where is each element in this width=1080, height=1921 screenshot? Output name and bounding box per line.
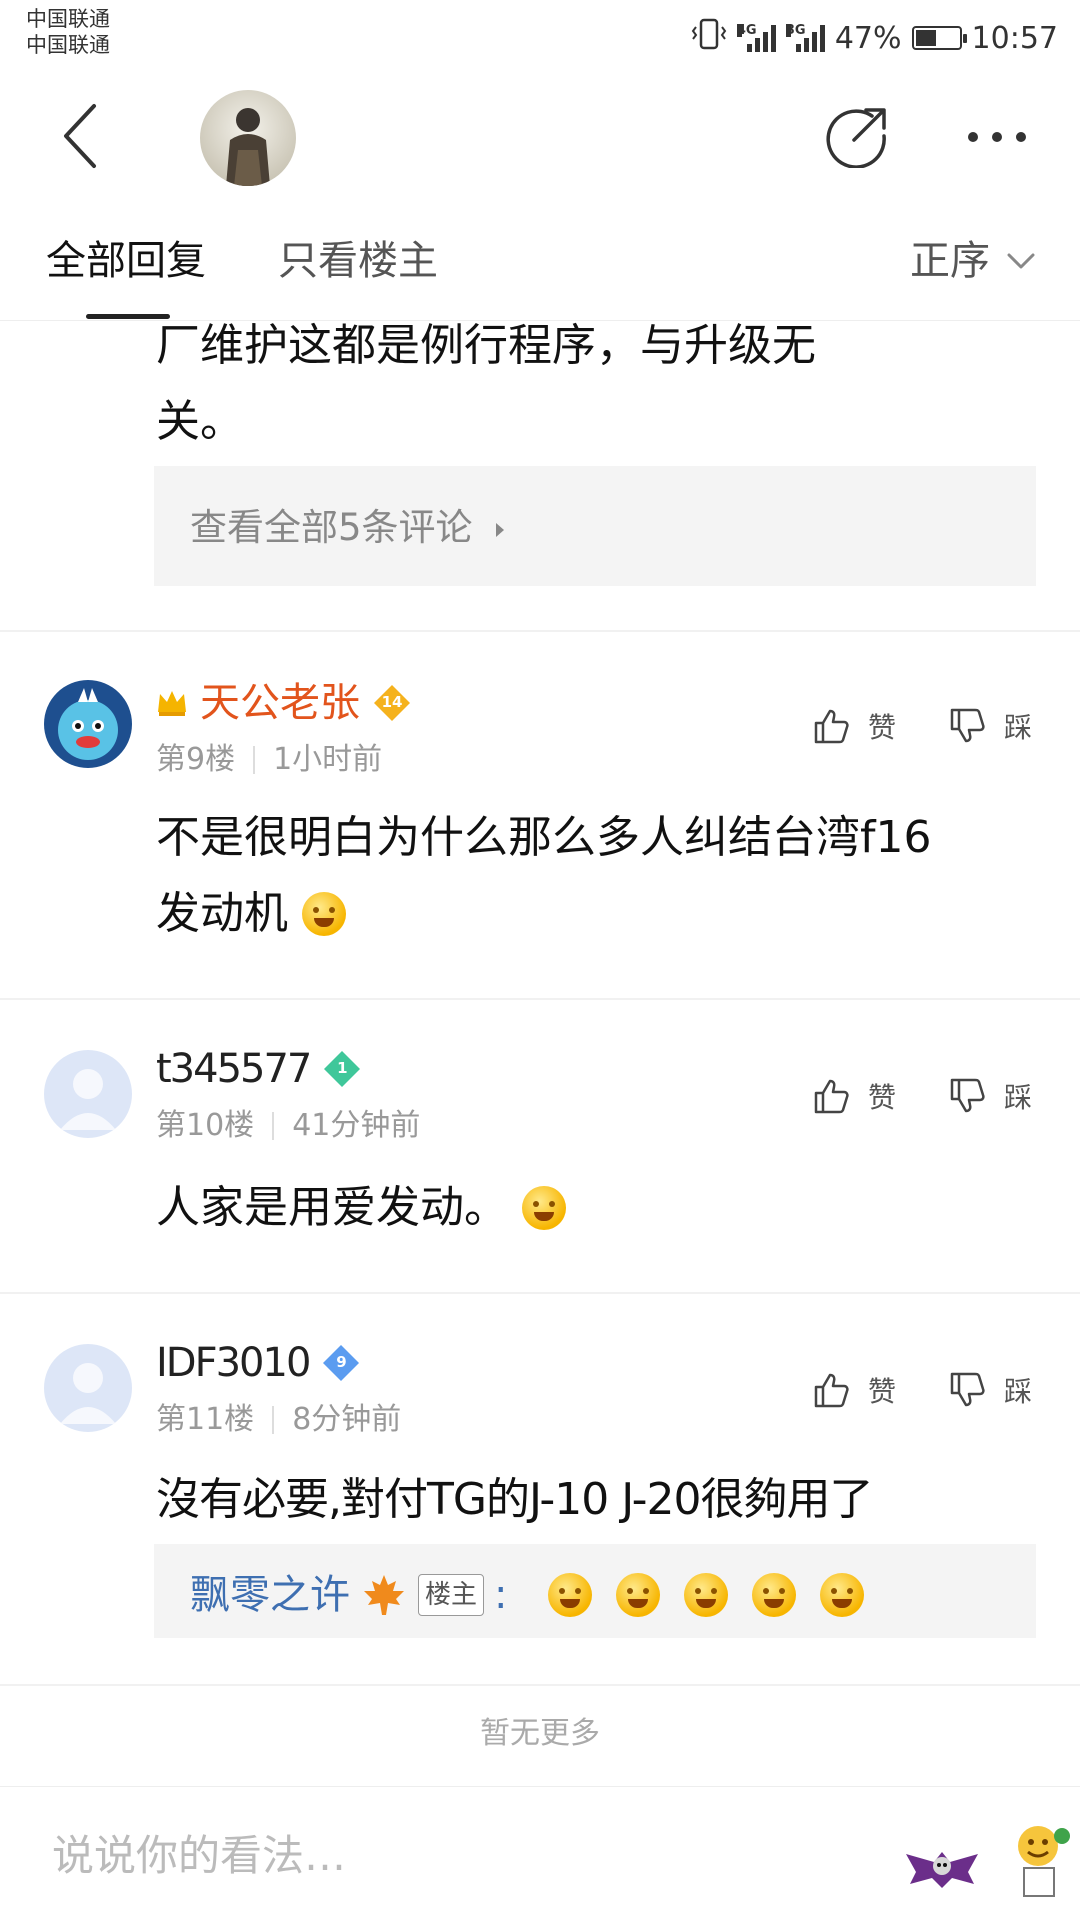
level-badge: 9: [321, 1343, 361, 1383]
signal-icon-2: 3G: [785, 23, 825, 52]
username[interactable]: IDF3010: [156, 1338, 311, 1388]
post-time: 1小时前: [273, 742, 383, 777]
level-badge: 1: [322, 1049, 362, 1089]
level-badge: 14: [372, 683, 412, 723]
sort-dropdown[interactable]: 正序: [910, 236, 1036, 286]
reply-text: 不是很明白为什么那么多人纠结台湾f16: [156, 812, 932, 863]
clock: 10:57: [971, 20, 1058, 56]
divider: [0, 630, 1080, 632]
grin-emoji-icon: [522, 1186, 566, 1230]
divider: [0, 1684, 1080, 1686]
back-button[interactable]: [58, 100, 102, 176]
reply-text: 沒有必要,對付TG的J-10 J-20很夠用了: [156, 1474, 873, 1525]
reply-text-2: 发动机: [156, 888, 288, 939]
vibrate-icon: [691, 17, 727, 59]
like-button[interactable]: 赞: [812, 706, 896, 746]
dislike-button[interactable]: 踩: [948, 706, 1032, 746]
caret-right-icon: [496, 522, 505, 537]
username-row: IDF3010 9: [156, 1338, 361, 1388]
prev-reply-text-1: 厂维护这都是例行程序，与升级无: [156, 320, 816, 371]
sub-reply-user[interactable]: 飘零之许: [190, 1570, 350, 1620]
share-button[interactable]: [826, 104, 890, 172]
sub-reply-colon: :: [494, 1572, 508, 1618]
reply-meta: 第9楼 1小时前: [156, 740, 382, 780]
network-type-1: 4G: [736, 23, 757, 38]
dislike-button[interactable]: 踩: [948, 1370, 1032, 1410]
username[interactable]: 天公老张: [200, 678, 360, 728]
emoji-sticker-icon: [1018, 1826, 1070, 1897]
dislike-label: 踩: [1004, 1375, 1033, 1408]
post-time: 41分钟前: [292, 1108, 421, 1143]
owner-badge: 楼主: [418, 1574, 485, 1616]
more-icon: [968, 132, 1026, 142]
username[interactable]: t345577: [156, 1044, 312, 1094]
dislike-label: 踩: [1004, 711, 1033, 744]
no-more-label: 暂无更多: [480, 1716, 600, 1751]
level-number: 14: [381, 693, 403, 711]
smile-emoji-icon: [751, 1573, 796, 1617]
prev-reply-text-2: 关。: [156, 396, 244, 447]
laughing-emoji-icon: [302, 892, 346, 936]
avatar[interactable]: [44, 680, 132, 768]
thumbs-down-icon: [950, 1078, 985, 1113]
thumbs-up-icon: [814, 709, 849, 744]
username-row: t345577 1: [156, 1044, 362, 1094]
chevron-down-icon: [1007, 253, 1035, 269]
like-label: 赞: [868, 1081, 897, 1114]
share-icon: [826, 108, 886, 169]
dislike-label: 踩: [1004, 1081, 1033, 1114]
reply-text-line2: 发动机: [156, 876, 346, 952]
smile-emoji-icon: [683, 1573, 728, 1617]
thumbs-down-icon: [950, 1372, 985, 1407]
reply-meta: 第10楼 41分钟前: [156, 1106, 420, 1146]
more-button[interactable]: [966, 128, 1028, 150]
view-comments-label: 查看全部5条评论: [190, 506, 473, 549]
avatar[interactable]: [44, 1050, 132, 1138]
network-type-2: 3G: [785, 23, 806, 38]
divider: [0, 998, 1080, 1000]
level-number: 1: [337, 1059, 348, 1077]
carrier-2: 中国联通: [26, 33, 110, 57]
floor-number: 第10楼: [156, 1108, 255, 1143]
smile-emoji-icon: [819, 1573, 864, 1617]
username-row: 天公老张 14: [156, 678, 412, 728]
back-arrow-icon: [64, 104, 96, 168]
divider: [0, 1292, 1080, 1294]
floor-number: 第11楼: [156, 1402, 255, 1437]
like-label: 赞: [868, 1375, 897, 1408]
reply-text-line: 人家是用爱发动。: [156, 1170, 566, 1246]
sub-reply: 飘零之许 楼主 :: [190, 1568, 864, 1622]
avatar[interactable]: [44, 1344, 132, 1432]
view-comments-link[interactable]: 查看全部5条评论: [190, 502, 506, 554]
emoji-panel-button[interactable]: [1012, 1822, 1072, 1906]
maple-leaf-icon: [364, 1575, 404, 1615]
carrier-1: 中国联通: [26, 7, 110, 31]
status-icons: 4G 3G 47% 10:57: [691, 18, 1058, 58]
battery-percent: 47%: [834, 20, 902, 56]
reply-text: 人家是用爱发动。: [156, 1182, 508, 1233]
battery-icon: [911, 26, 967, 50]
signal-icon-1: 4G: [736, 23, 776, 52]
level-number: 9: [336, 1353, 347, 1371]
thumbs-up-icon: [814, 1373, 849, 1408]
battery-fill: [915, 30, 936, 46]
sort-label: 正序: [910, 238, 990, 284]
thumbs-down-icon: [950, 708, 985, 743]
tab-owner-only[interactable]: 只看楼主: [278, 236, 438, 286]
reply-meta: 第11楼 8分钟前: [156, 1400, 401, 1440]
sticker-bat-icon[interactable]: [904, 1842, 980, 1896]
smile-emoji-icon: [615, 1573, 660, 1617]
like-button[interactable]: 赞: [812, 1370, 896, 1410]
floor-number: 第9楼: [156, 742, 236, 777]
thumbs-up-icon: [814, 1079, 849, 1114]
dislike-button[interactable]: 踩: [948, 1076, 1032, 1116]
like-label: 赞: [868, 711, 897, 744]
post-time: 8分钟前: [292, 1402, 402, 1437]
comment-input[interactable]: 说说你的看法…: [52, 1830, 346, 1882]
crown-icon: [158, 691, 186, 716]
author-avatar[interactable]: [200, 90, 296, 186]
tab-all-replies[interactable]: 全部回复: [46, 236, 206, 286]
like-button[interactable]: 赞: [812, 1076, 896, 1116]
smile-emoji-icon: [547, 1573, 592, 1617]
